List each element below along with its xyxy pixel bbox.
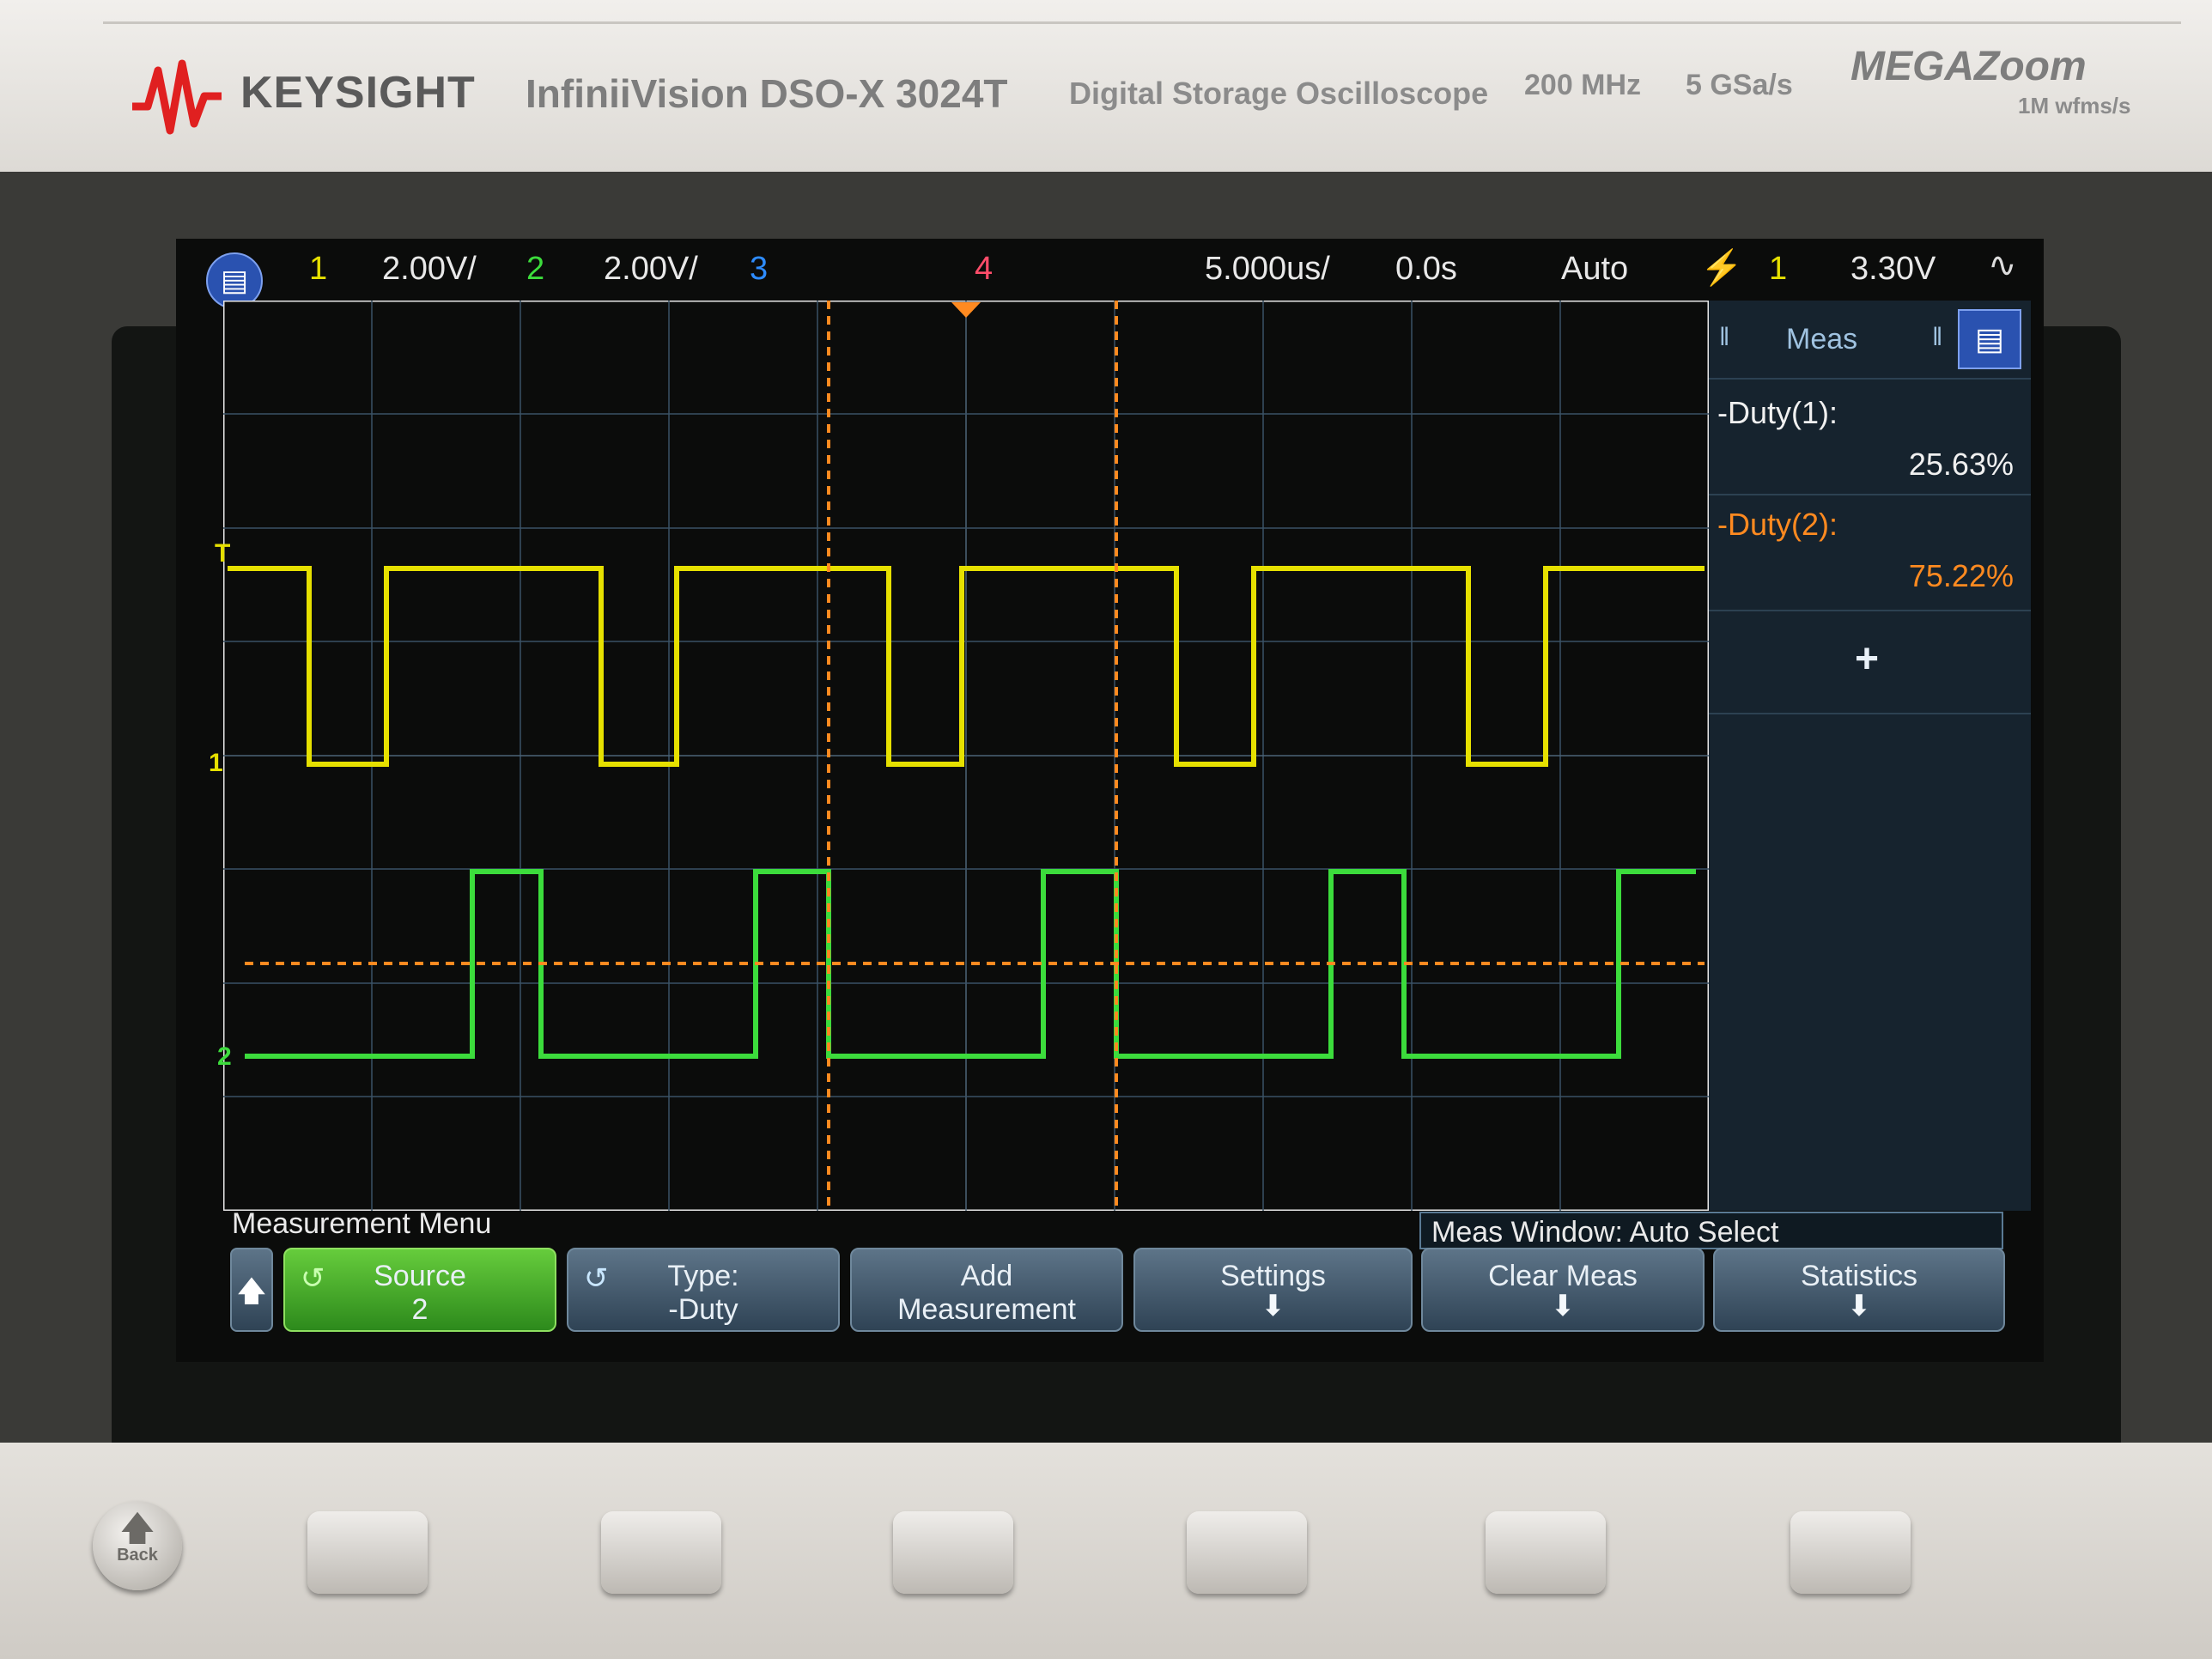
meas-1-label[interactable]: -Duty(1): bbox=[1717, 395, 1838, 431]
ch1-ground-marker[interactable]: 1 bbox=[209, 749, 223, 778]
menu-up-button[interactable]: 🡅 bbox=[230, 1248, 273, 1332]
softkey-5[interactable] bbox=[1486, 1511, 1606, 1594]
add-measurement-icon[interactable]: + bbox=[1855, 635, 1879, 683]
type-button[interactable]: ↺ Type: -Duty bbox=[567, 1248, 840, 1332]
source-value: 2 bbox=[411, 1293, 428, 1326]
timebase-scale[interactable]: 5.000us/ bbox=[1205, 251, 1330, 288]
ch1-label[interactable]: 1 bbox=[309, 251, 327, 288]
meas-window-select[interactable]: Meas Window: Auto Select bbox=[1419, 1212, 2003, 1249]
oscilloscope-screen: ▤ 1 2.00V/ 2 2.00V/ 3 4 5.000us/ 0.0s Au… bbox=[176, 239, 2044, 1362]
type-value: -Duty bbox=[668, 1293, 738, 1326]
meas-1-value: 25.63% bbox=[1908, 447, 2014, 482]
brand-name: KEYSIGHT bbox=[240, 68, 476, 118]
submenu-arrow-icon: ⬇ bbox=[1550, 1290, 1576, 1322]
ch2-scale[interactable]: 2.00V/ bbox=[604, 251, 698, 288]
divider bbox=[1709, 610, 2031, 611]
sample-rate-spec: 5 GSa/s bbox=[1686, 69, 1793, 101]
submenu-arrow-icon: ⬇ bbox=[1261, 1290, 1285, 1322]
menu-title: Measurement Menu bbox=[232, 1207, 492, 1240]
back-label: Back bbox=[117, 1546, 158, 1565]
add-label: Add bbox=[960, 1260, 1013, 1292]
ch2-ground-marker[interactable]: 2 bbox=[217, 1042, 232, 1072]
add-measurement-button[interactable]: Add Measurement bbox=[850, 1248, 1123, 1332]
settings-button[interactable]: Settings ⬇ bbox=[1133, 1248, 1413, 1332]
source-label: Source bbox=[374, 1260, 466, 1292]
ch4-label[interactable]: 4 bbox=[975, 251, 993, 288]
type-label: Type: bbox=[667, 1260, 739, 1292]
rotate-knob-icon: ↺ bbox=[584, 1262, 609, 1295]
softkey-4[interactable] bbox=[1187, 1511, 1307, 1594]
submenu-arrow-icon: ⬇ bbox=[1846, 1290, 1872, 1322]
measurement-panel: ‖ Meas ‖ ▤ -Duty(1): 25.63% -Duty(2): 75… bbox=[1709, 301, 2031, 1211]
settings-label: Settings bbox=[1220, 1260, 1326, 1292]
bandwidth-spec: 200 MHz bbox=[1524, 69, 1642, 101]
trigger-source[interactable]: 1 bbox=[1769, 251, 1787, 288]
megazoom-subtitle: 1M wfms/s bbox=[2018, 93, 2131, 118]
ch1-scale[interactable]: 2.00V/ bbox=[382, 251, 477, 288]
status-bar: ▤ 1 2.00V/ 2 2.00V/ 3 4 5.000us/ 0.0s Au… bbox=[176, 239, 2044, 309]
ch3-label[interactable]: 3 bbox=[750, 251, 768, 288]
trigger-level[interactable]: 3.30V bbox=[1850, 251, 1936, 288]
back-arrow-icon: 🡅 bbox=[119, 1510, 155, 1547]
softkey-1[interactable] bbox=[307, 1511, 428, 1594]
trigger-level-marker[interactable]: T bbox=[215, 539, 230, 568]
source-button[interactable]: ↺ Source 2 bbox=[283, 1248, 556, 1332]
meas-panel-title: Meas bbox=[1786, 323, 1858, 356]
clear-label: Clear Meas bbox=[1488, 1260, 1638, 1292]
model-description: Digital Storage Oscilloscope bbox=[1069, 76, 1489, 111]
model-name: InfiniiVision DSO-X 3024T bbox=[526, 71, 1008, 116]
divider bbox=[1709, 378, 2031, 380]
statistics-button[interactable]: Statistics ⬇ bbox=[1713, 1248, 2005, 1332]
add-label-2: Measurement bbox=[897, 1293, 1076, 1326]
back-button[interactable]: 🡅 Back bbox=[93, 1501, 182, 1590]
softkey-2[interactable] bbox=[601, 1511, 721, 1594]
meas-2-label[interactable]: -Duty(2): bbox=[1717, 507, 1838, 543]
time-delay[interactable]: 0.0s bbox=[1395, 251, 1457, 288]
grip-icon: ‖ bbox=[1932, 323, 1943, 351]
meas-menu-icon[interactable]: ▤ bbox=[1958, 309, 2021, 369]
acquisition-icon: ∿ bbox=[1988, 246, 2017, 284]
divider bbox=[1709, 494, 2031, 495]
trigger-mode[interactable]: Auto bbox=[1561, 251, 1628, 288]
waveform-graticule bbox=[223, 301, 1709, 1211]
ch2-label[interactable]: 2 bbox=[526, 251, 544, 288]
softkey-3[interactable] bbox=[893, 1511, 1013, 1594]
grip-icon: ‖ bbox=[1719, 323, 1730, 351]
keysight-logo-icon bbox=[132, 59, 222, 135]
megazoom-logo: MEGAZoom bbox=[1850, 44, 2087, 89]
softkey-6[interactable] bbox=[1790, 1511, 1911, 1594]
meas-2-value: 75.22% bbox=[1908, 558, 2014, 593]
divider bbox=[1709, 713, 2031, 714]
statistics-label: Statistics bbox=[1800, 1260, 1918, 1292]
rotate-knob-icon: ↺ bbox=[301, 1262, 325, 1295]
clear-meas-button[interactable]: Clear Meas ⬇ bbox=[1421, 1248, 1705, 1332]
trigger-edge-icon: ⚡ bbox=[1700, 249, 1743, 287]
